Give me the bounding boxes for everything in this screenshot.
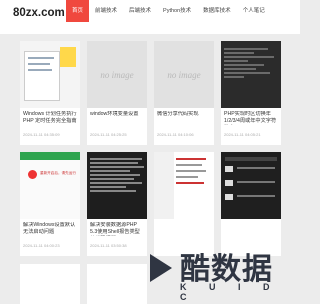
post-card[interactable]: 重新开启后，请先运行 解决Windows设置默认无法启动问题 2024-11-1… xyxy=(20,152,80,256)
nav-item-frontend[interactable]: 前端技术 xyxy=(89,0,123,22)
nav-item-home[interactable]: 首页 xyxy=(66,0,90,22)
watermark-logo: 酷数据 K U I D C xyxy=(150,244,300,302)
post-card[interactable] xyxy=(87,264,147,304)
play-icon xyxy=(150,254,172,282)
dialog-text: 重新开启后，请先运行 xyxy=(40,171,76,175)
post-title[interactable]: window环境变量设置 xyxy=(90,111,145,125)
site-logo[interactable]: 80zx.com xyxy=(13,7,65,19)
error-icon xyxy=(28,170,37,179)
post-date: 2024-11-11 04:05:21 xyxy=(224,132,261,137)
post-thumbnail[interactable] xyxy=(154,152,214,219)
post-card[interactable]: 解决安装数据源PHP 5.3使用Shell报告类型的代码问题 2024-11-1… xyxy=(87,152,147,256)
watermark-subtext: K U I D C xyxy=(180,282,280,302)
post-title[interactable]: Windows 计划任务执行 PHP 定时任务完全指南 xyxy=(23,111,78,125)
post-thumbnail[interactable]: no image xyxy=(154,41,214,108)
post-card[interactable] xyxy=(20,264,80,304)
post-title[interactable]: 解决安装数据源PHP 5.3使用Shell报告类型的代码问题 xyxy=(90,222,145,236)
nav-item-python[interactable]: Python技术 xyxy=(157,0,197,22)
post-date: 2024-11-11 04:10:06 xyxy=(157,132,194,137)
no-image-label: no image xyxy=(167,69,201,80)
post-card[interactable] xyxy=(221,152,281,256)
post-title[interactable]: 微信分享代码实现 xyxy=(157,111,212,125)
post-card[interactable]: PHP实现时区切换年 1/2/3/4周或年中文字符数字一二三四 2024-11-… xyxy=(221,41,281,145)
post-thumbnail[interactable]: 重新开启后，请先运行 xyxy=(20,152,80,219)
post-card[interactable]: no image window环境变量设置 2024-11-11 04:25:2… xyxy=(87,41,147,145)
nav-item-backend[interactable]: 后端技术 xyxy=(123,0,157,22)
post-date: 2024-11-11 04:00:23 xyxy=(23,243,60,248)
nav-item-database[interactable]: 数据库技术 xyxy=(197,0,237,22)
post-thumbnail[interactable] xyxy=(87,152,147,219)
post-card[interactable] xyxy=(154,152,214,256)
post-card[interactable]: no image 微信分享代码实现 2024-11-11 04:10:06 xyxy=(154,41,214,145)
no-image-label: no image xyxy=(100,69,134,80)
post-card[interactable]: Windows 计划任务执行 PHP 定时任务完全指南 2024-11-11 0… xyxy=(20,41,80,145)
post-date: 2024-11-11 04:35:09 xyxy=(23,132,60,137)
post-thumbnail[interactable] xyxy=(20,41,80,108)
post-date: 2024-11-11 03:50:38 xyxy=(90,243,127,248)
post-thumbnail[interactable] xyxy=(221,41,281,108)
site-header: 80zx.com 首页 前端技术 后端技术 Python技术 数据库技术 个人笔… xyxy=(0,0,300,34)
post-date: 2024-11-11 04:25:25 xyxy=(90,132,127,137)
main-nav: 首页 前端技术 后端技术 Python技术 数据库技术 个人笔记 xyxy=(66,0,271,34)
post-thumbnail[interactable]: no image xyxy=(87,41,147,108)
nav-item-notes[interactable]: 个人笔记 xyxy=(237,0,271,22)
post-thumbnail[interactable] xyxy=(221,152,281,219)
post-title[interactable]: 解决Windows设置默认无法启动问题 xyxy=(23,222,78,236)
post-title[interactable]: PHP实现时区切换年 1/2/3/4周或年中文字符数字一二三四 xyxy=(224,111,279,125)
